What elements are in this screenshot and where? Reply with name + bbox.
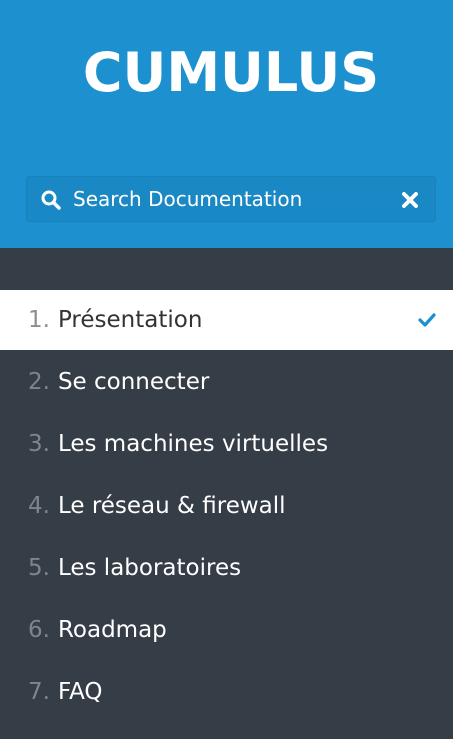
search-icon (41, 190, 61, 210)
nav-item-label: Le réseau & firewall (57, 493, 286, 519)
sidebar-header: CUMULUS (0, 0, 453, 248)
nav-item-faq[interactable]: 7. FAQ (0, 662, 453, 722)
nav-item-se-connecter[interactable]: 2. Se connecter (0, 352, 453, 412)
documentation-sidebar: CUMULUS 1. Présentation 2. Se connecter (0, 0, 453, 739)
check-icon (418, 313, 436, 327)
nav-item-number: 5. (28, 555, 50, 581)
nav-item-reseau-firewall[interactable]: 4. Le réseau & firewall (0, 476, 453, 536)
nav-item-label: Roadmap (57, 617, 167, 643)
nav-item-number: 3. (28, 431, 50, 457)
nav-item-label: FAQ (57, 679, 103, 705)
nav-item-label: Présentation (57, 307, 203, 333)
nav-item-label: Les laboratoires (57, 555, 242, 581)
nav-item-number: 4. (28, 493, 50, 519)
nav-item-laboratoires[interactable]: 5. Les laboratoires (0, 538, 453, 598)
nav-item-presentation[interactable]: 1. Présentation (0, 290, 453, 350)
search-box (26, 176, 436, 222)
close-icon[interactable] (401, 191, 419, 209)
nav-item-number: 6. (28, 617, 50, 643)
nav-item-roadmap[interactable]: 6. Roadmap (0, 600, 453, 660)
nav-item-number: 2. (28, 369, 50, 395)
nav-item-number: 7. (28, 679, 50, 705)
nav-item-machines-virtuelles[interactable]: 3. Les machines virtuelles (0, 414, 453, 474)
nav-list: 1. Présentation 2. Se connecter 3. Les m… (0, 290, 453, 724)
nav-item-number: 1. (28, 307, 50, 333)
nav-item-label: Se connecter (57, 369, 210, 395)
search-input[interactable] (73, 177, 393, 221)
brand-logo[interactable]: CUMULUS (0, 40, 453, 106)
nav-item-label: Les machines virtuelles (57, 431, 329, 457)
